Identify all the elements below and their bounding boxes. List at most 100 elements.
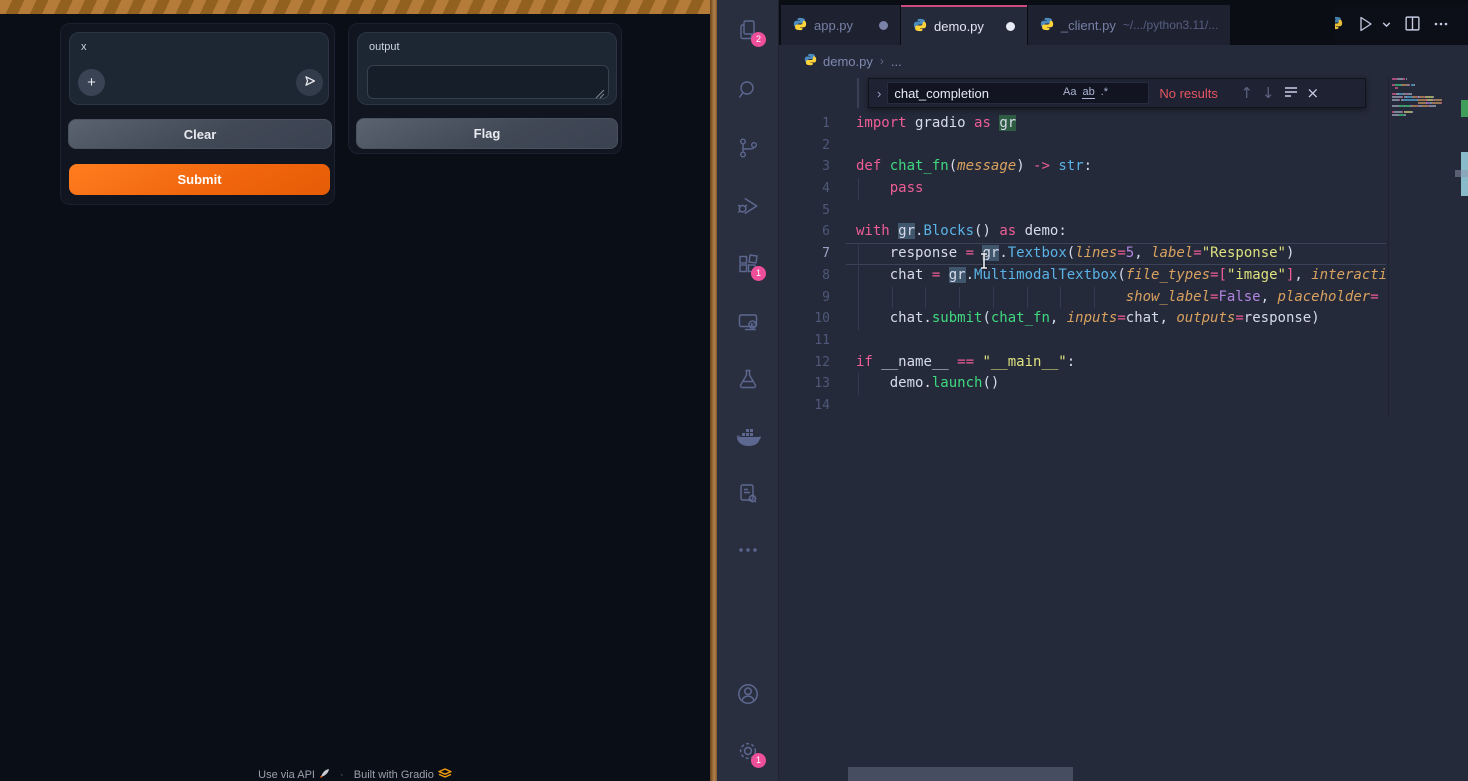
source-control-icon[interactable]: [717, 124, 779, 172]
line-number: 5: [779, 200, 830, 222]
editor-actions: [1335, 5, 1468, 45]
send-button[interactable]: [296, 69, 323, 96]
mouse-ibeam-cursor: [978, 252, 990, 275]
minimap-line: [1392, 78, 1456, 80]
whole-word-toggle[interactable]: ab: [1082, 86, 1094, 99]
built-with-gradio-link[interactable]: Built with Gradio: [354, 769, 434, 781]
tab-demo-py[interactable]: demo.py: [901, 5, 1027, 45]
editor-area: demo.py › ... › Aa ab .* No results ↑ ↓: [779, 45, 1468, 781]
gradio-app-panel: x + Clear Submit output Flag: [0, 0, 710, 781]
code-line-content: chat = gr.MultimodalTextbox(file_types=[…: [856, 265, 1386, 287]
code-line: 8 chat = gr.MultimodalTextbox(file_types…: [779, 265, 1386, 287]
resize-handle-icon[interactable]: [595, 86, 605, 104]
line-number: 3: [779, 156, 830, 178]
code-line: 9 show_label=False, placeholder=: [779, 287, 1386, 309]
minimap-line: [1392, 96, 1456, 98]
code-line-content: pass: [856, 178, 923, 200]
explorer-icon[interactable]: 2: [717, 6, 779, 54]
search-icon[interactable]: [717, 66, 779, 114]
code-line: 13 demo.launch(): [779, 373, 1386, 395]
toggle-replace-chevron-icon[interactable]: ›: [869, 86, 887, 101]
send-icon: [303, 75, 317, 92]
line-number: 11: [779, 330, 830, 352]
ellipsis-icon: [1433, 16, 1449, 35]
submit-button[interactable]: Submit: [69, 164, 330, 195]
window-edge-divider: [710, 0, 717, 781]
code-editor[interactable]: 1import gradio as gr23 def chat_fn(messag…: [779, 113, 1386, 433]
minimap-line: [1392, 87, 1456, 89]
tab-client-py[interactable]: _client.py ~/.../python3.11/...: [1028, 5, 1230, 45]
line-number: 6: [779, 221, 830, 243]
dirty-indicator-icon[interactable]: [879, 21, 888, 30]
minimap-line: [1392, 108, 1456, 110]
python-file-icon: [793, 17, 807, 34]
output-block: output: [357, 32, 617, 105]
line-number: 8: [779, 265, 830, 287]
flag-button[interactable]: Flag: [356, 118, 618, 149]
breadcrumb-chevron-icon: ›: [880, 54, 884, 68]
code-line-content: chat.submit(chat_fn, inputs=chat, output…: [856, 308, 1320, 330]
code-line-content: show_label=False, placeholder=: [856, 287, 1379, 309]
clipped-python-icon: [1335, 16, 1343, 35]
breadcrumb-file[interactable]: demo.py: [823, 54, 873, 69]
split-editor-button[interactable]: [1404, 15, 1421, 35]
find-input[interactable]: [887, 82, 1149, 104]
code-line: 6with gr.Blocks() as demo:: [779, 221, 1386, 243]
settings-gear-icon[interactable]: 1: [717, 727, 779, 775]
find-in-selection-button[interactable]: [1284, 84, 1298, 102]
line-number: 10: [779, 308, 830, 330]
input-label: x: [81, 41, 87, 53]
clear-button[interactable]: Clear: [68, 119, 332, 149]
output-textarea[interactable]: [367, 65, 609, 99]
use-via-api-link[interactable]: Use via API: [258, 769, 315, 781]
code-line: 1import gradio as gr: [779, 113, 1386, 135]
docker-icon[interactable]: [717, 413, 779, 461]
tab-app-py[interactable]: app.py: [781, 5, 900, 45]
extensions-icon[interactable]: 1: [717, 240, 779, 288]
gradio-footer: Use via API · Built with Gradio: [0, 768, 710, 781]
tab-bar: app.py demo.py _client.py ~/.../python3.…: [779, 0, 1468, 45]
code-line-content: import gradio as gr: [856, 113, 1016, 135]
split-editor-icon: [1404, 15, 1421, 35]
loading-progress-bar: [0, 0, 710, 14]
match-case-toggle[interactable]: Aa: [1063, 86, 1076, 99]
minimap-line: [1392, 117, 1456, 119]
close-find-button[interactable]: ×: [1307, 84, 1320, 102]
overview-ruler-slider[interactable]: [1455, 170, 1468, 177]
dirty-indicator-icon[interactable]: [1006, 22, 1015, 31]
multimodal-textbox[interactable]: x +: [69, 32, 329, 105]
regex-toggle[interactable]: .*: [1101, 86, 1108, 99]
code-runner-icon[interactable]: [717, 470, 779, 518]
input-group: x + Clear Submit: [60, 23, 335, 205]
tab-path-description: ~/.../python3.11/...: [1123, 18, 1219, 32]
find-next-button[interactable]: ↓: [1262, 84, 1275, 102]
find-results-status: No results: [1159, 86, 1231, 101]
account-icon[interactable]: [717, 670, 779, 718]
explorer-badge: 2: [751, 32, 766, 47]
minimap-line: [1392, 81, 1456, 83]
line-number: 4: [779, 178, 830, 200]
find-widget-sash[interactable]: [857, 78, 859, 108]
horizontal-scrollbar[interactable]: [848, 767, 1073, 781]
attach-file-button[interactable]: +: [78, 69, 105, 96]
testing-icon[interactable]: [717, 355, 779, 403]
minimap[interactable]: [1388, 76, 1456, 416]
code-line-content: response = gr.Textbox(lines=5, label="Re…: [856, 243, 1294, 265]
tab-label: app.py: [814, 18, 853, 33]
breadcrumb[interactable]: demo.py › ...: [804, 51, 902, 71]
code-line-content: def chat_fn(message) -> str:: [856, 156, 1092, 178]
find-previous-button[interactable]: ↑: [1240, 84, 1253, 102]
remote-explorer-icon[interactable]: [717, 298, 779, 346]
run-file-button[interactable]: [1355, 14, 1392, 37]
breadcrumb-symbol[interactable]: ...: [891, 54, 902, 69]
run-debug-icon[interactable]: [717, 182, 779, 230]
more-actions-button[interactable]: [1433, 16, 1449, 35]
code-line: 3 def chat_fn(message) -> str:: [779, 156, 1386, 178]
code-line: 4 pass: [779, 178, 1386, 200]
code-line: 14: [779, 395, 1386, 417]
minimap-line: [1392, 93, 1456, 95]
run-dropdown-chevron-icon[interactable]: [1381, 18, 1392, 33]
more-views-icon[interactable]: [717, 526, 779, 574]
code-line: 2: [779, 135, 1386, 157]
code-line: 12if __name__ == "__main__":: [779, 352, 1386, 374]
